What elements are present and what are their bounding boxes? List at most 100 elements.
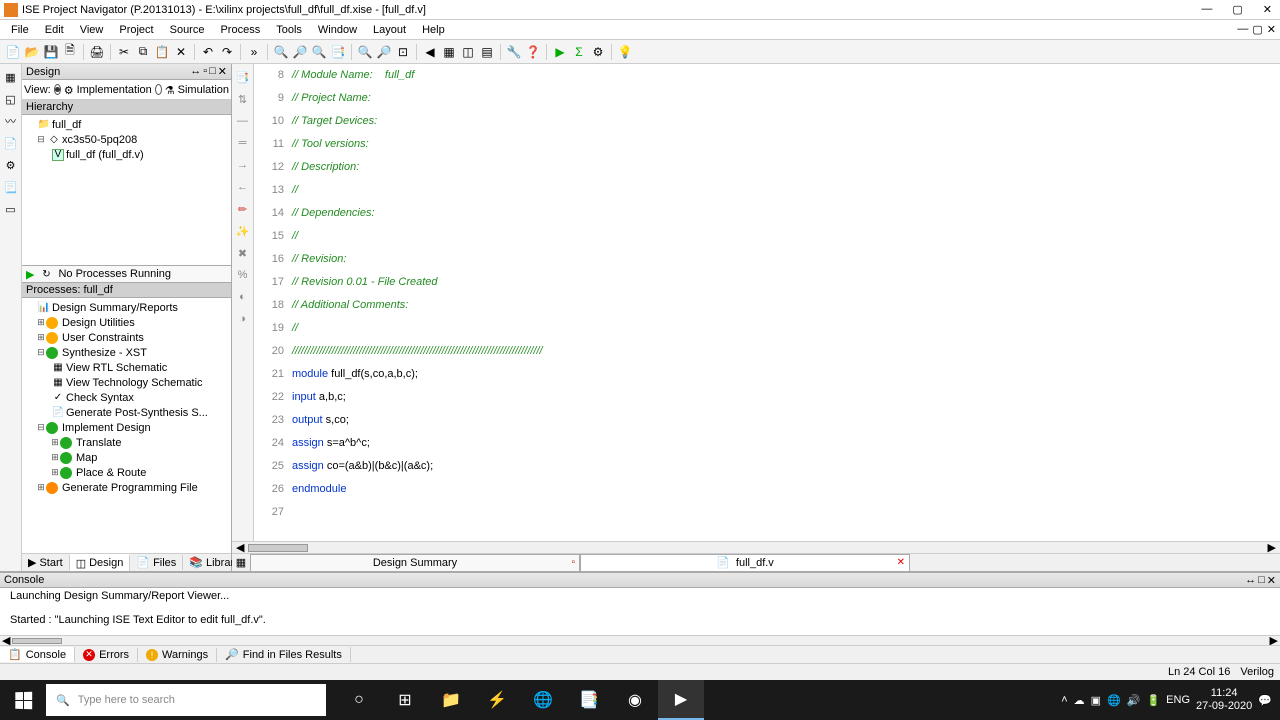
console-float-icon[interactable]: ↔: [1245, 574, 1256, 587]
proc-tech-schematic[interactable]: ▦View Technology Schematic: [24, 375, 229, 390]
simulation-radio[interactable]: [155, 84, 162, 95]
undo-icon[interactable]: ↶: [199, 43, 217, 61]
proc-translate[interactable]: ⊞Translate: [24, 435, 229, 450]
nav-split-icon[interactable]: ◫: [459, 43, 477, 61]
new-icon[interactable]: 📄: [4, 43, 22, 61]
proc-rtl-schematic[interactable]: ▦View RTL Schematic: [24, 360, 229, 375]
doc-icon[interactable]: 📄: [2, 134, 20, 152]
menu-help[interactable]: Help: [415, 23, 452, 37]
close-button[interactable]: ✕: [1259, 3, 1276, 16]
gutter-indent-icon[interactable]: →: [234, 156, 252, 174]
tray-battery-icon[interactable]: 🔋: [1146, 694, 1160, 707]
bulb-icon[interactable]: 💡: [616, 43, 634, 61]
office-icon[interactable]: 📑: [566, 680, 612, 720]
proc-check-syntax[interactable]: ✓Check Syntax: [24, 390, 229, 405]
console-close-icon[interactable]: ✕: [1267, 574, 1276, 587]
nav-cascade-icon[interactable]: ▤: [478, 43, 496, 61]
tree-project[interactable]: 📁full_df: [24, 117, 229, 132]
gutter-up-icon[interactable]: ◐: [234, 288, 252, 306]
wrench-icon[interactable]: 🔧: [505, 43, 523, 61]
mdi-close[interactable]: ✕: [1267, 23, 1276, 36]
console-tab-find[interactable]: 🔎Find in Files Results: [217, 647, 351, 662]
chrome-icon[interactable]: 🌐: [520, 680, 566, 720]
gutter-comment-icon[interactable]: —: [234, 112, 252, 130]
menu-view[interactable]: View: [73, 23, 111, 37]
implementation-radio[interactable]: [54, 84, 61, 95]
menu-process[interactable]: Process: [213, 23, 267, 37]
console-tab-errors[interactable]: ✕Errors: [75, 648, 138, 662]
paste-icon[interactable]: 📋: [153, 43, 171, 61]
tray-up-icon[interactable]: ˄: [1061, 694, 1067, 706]
tab-start[interactable]: ▶Start: [22, 555, 70, 570]
cut-icon[interactable]: ✂: [115, 43, 133, 61]
tray-lang[interactable]: ENG: [1166, 694, 1190, 706]
bookmark-icon[interactable]: 📑: [329, 43, 347, 61]
taskview-icon[interactable]: ⊞: [382, 680, 428, 720]
menu-project[interactable]: Project: [112, 23, 160, 37]
taskbar-search[interactable]: 🔍 Type here to search: [46, 684, 326, 716]
gutter-percent-icon[interactable]: %: [234, 266, 252, 284]
window-icon[interactable]: ▭: [2, 200, 20, 218]
code-editor[interactable]: 8// Module Name: full_df 9// Project Nam…: [254, 64, 1280, 541]
copy-icon[interactable]: ⧉: [134, 43, 152, 61]
gear-icon[interactable]: ⚙: [2, 156, 20, 174]
gutter-wand-icon[interactable]: ✨: [234, 222, 252, 240]
proc-summary[interactable]: 📊Design Summary/Reports: [24, 300, 229, 315]
save-icon[interactable]: 💾: [42, 43, 60, 61]
proc-implement[interactable]: ⊟Implement Design: [24, 420, 229, 435]
nav-tile-icon[interactable]: ▦: [440, 43, 458, 61]
tray-meet-icon[interactable]: ▣: [1091, 694, 1101, 707]
print-icon[interactable]: 🖨: [88, 43, 106, 61]
save-all-icon[interactable]: 🗎: [61, 43, 79, 61]
proc-map[interactable]: ⊞Map: [24, 450, 229, 465]
find-icon[interactable]: 🔍: [272, 43, 290, 61]
editor-tab-summary[interactable]: Design Summary ▫: [250, 554, 580, 572]
proc-utilities[interactable]: ⊞Design Utilities: [24, 315, 229, 330]
tray-network-icon[interactable]: 🌐: [1107, 694, 1121, 707]
delete-icon[interactable]: ✕: [172, 43, 190, 61]
maximize-button[interactable]: ▢: [1228, 3, 1246, 16]
mdi-minimize[interactable]: —: [1237, 23, 1248, 36]
ise-icon[interactable]: ▶: [658, 680, 704, 720]
sim-icon[interactable]: 〰: [2, 112, 20, 130]
tree-module[interactable]: Vfull_df (full_df.v): [24, 147, 229, 162]
panel-close-icon[interactable]: ✕: [218, 65, 227, 78]
explorer-icon[interactable]: 📁: [428, 680, 474, 720]
menu-layout[interactable]: Layout: [366, 23, 413, 37]
proc-par[interactable]: ⊞Place & Route: [24, 465, 229, 480]
console-output[interactable]: Launching Design Summary/Report Viewer..…: [0, 588, 1280, 635]
panel-float-icon[interactable]: ↔: [190, 65, 201, 78]
tab-summary-close-icon[interactable]: ▫: [571, 557, 575, 568]
chevron-icon[interactable]: »: [245, 43, 263, 61]
tab-file-close-icon[interactable]: ✕: [897, 557, 905, 568]
impact-icon[interactable]: ⚙: [589, 43, 607, 61]
find-next-icon[interactable]: 🔎: [291, 43, 309, 61]
app-icon-2[interactable]: ⚡: [474, 680, 520, 720]
console-tab-warnings[interactable]: !Warnings: [138, 648, 217, 662]
new-doc-icon[interactable]: 📃: [2, 178, 20, 196]
tray-volume-icon[interactable]: 🔊: [1127, 694, 1141, 707]
menu-edit[interactable]: Edit: [38, 23, 71, 37]
find-files-icon[interactable]: 🔍: [310, 43, 328, 61]
zoom-out-icon[interactable]: 🔎: [375, 43, 393, 61]
proc-synthesize[interactable]: ⊟Synthesize - XST: [24, 345, 229, 360]
gutter-fold-icon[interactable]: ⇅: [234, 90, 252, 108]
tray-onedrive-icon[interactable]: ☁: [1074, 694, 1085, 707]
gutter-bookmark-icon[interactable]: 📑: [234, 68, 252, 86]
panel-pin-icon[interactable]: ▫: [203, 65, 207, 78]
gutter-outdent-icon[interactable]: ←: [234, 178, 252, 196]
tab-design[interactable]: ◫Design: [70, 554, 131, 571]
gutter-cross-icon[interactable]: ✖: [234, 244, 252, 262]
tray-notifications-icon[interactable]: 💬: [1258, 694, 1272, 707]
tree-device[interactable]: ⊟◇xc3s50-5pq208: [24, 132, 229, 147]
mdi-restore[interactable]: ▢: [1252, 23, 1262, 36]
proc-post-synth[interactable]: 📄Generate Post-Synthesis S...: [24, 405, 229, 420]
minimize-button[interactable]: —: [1197, 3, 1216, 16]
taskbar-clock[interactable]: 11:24 27-09-2020: [1196, 687, 1252, 713]
editor-tab-file[interactable]: 📄 full_df.v ✕: [580, 554, 910, 572]
proc-genprog[interactable]: ⊞Generate Programming File: [24, 480, 229, 495]
menu-file[interactable]: File: [4, 23, 36, 37]
start-button[interactable]: [0, 680, 46, 720]
run-proc-icon[interactable]: ▶: [26, 268, 34, 281]
gutter-pencil-icon[interactable]: ✏: [234, 200, 252, 218]
